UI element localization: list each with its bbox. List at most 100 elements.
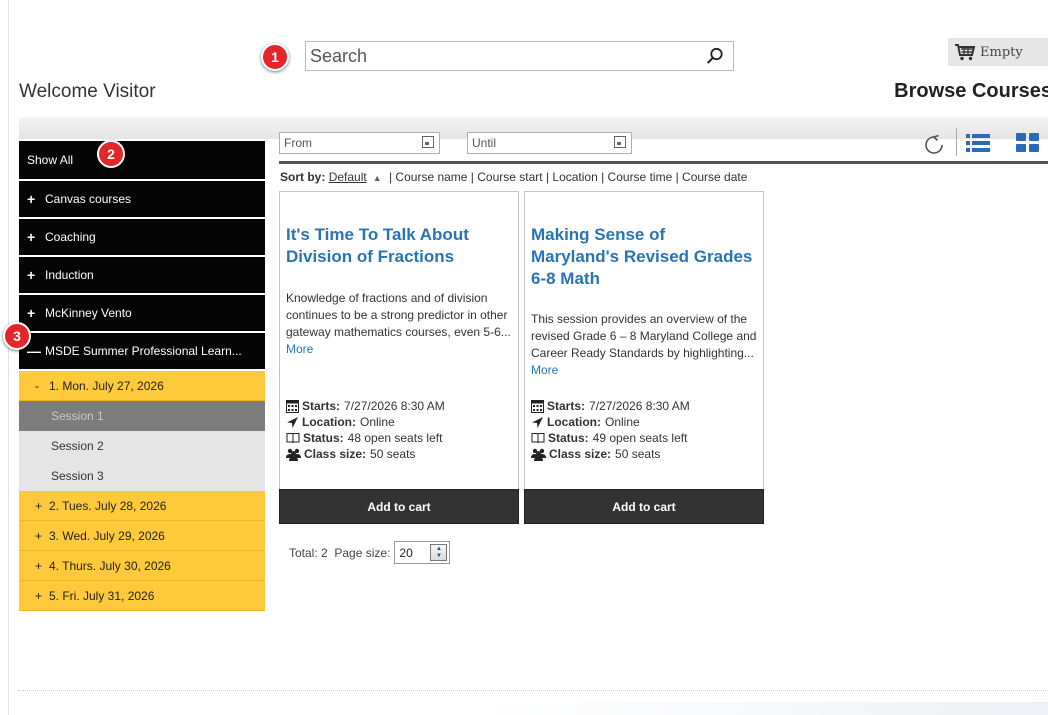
collapse-icon: — [27,343,41,359]
sidebar-item-msde-summer[interactable]: — MSDE Summer Professional Learn... [19,333,265,371]
until-date-field[interactable]: Until [467,132,632,154]
sidebar-item-label: Canvas courses [45,192,132,206]
course-description-text: This session provides an overview of the… [531,312,757,360]
sidebar-item-label: 1. Mon. July 27, 2026 [49,378,164,393]
page-size-label: Page size: [334,545,391,560]
location-label: Location: [547,415,601,429]
course-details: Starts: 7/27/2026 8:30 AM Location: Online… [286,398,445,462]
course-title[interactable]: It's Time To Talk About Division of Frac… [286,224,512,268]
sort-default-link[interactable]: Default [329,170,367,184]
expand-icon: + [27,229,36,245]
collapse-icon: - [35,378,39,393]
course-description: Knowledge of fractions and of division c… [286,290,512,358]
page-title: Browse Courses [894,80,1048,102]
sidebar-day-3[interactable]: + 3. Wed. July 29, 2026 [19,521,265,551]
search-box[interactable] [305,41,734,71]
calendar-icon[interactable] [614,136,626,148]
page-size-spinner[interactable]: ▲ ▼ [430,544,448,561]
calendar-icon[interactable] [422,136,434,148]
left-border [8,0,9,715]
sidebar-item-label: Coaching [45,230,96,244]
cart-icon [955,44,976,61]
book-icon [531,433,545,444]
sidebar-day-1[interactable]: - 1. Mon. July 27, 2026 [19,371,265,401]
footer-divider [18,690,1048,691]
sidebar-item-canvas-courses[interactable]: + Canvas courses [19,181,265,219]
status-value: 49 open seats left [592,431,688,445]
sort-options[interactable]: | Course name | Course start | Location … [389,170,747,184]
course-starts: Starts: 7/27/2026 8:30 AM [531,398,690,414]
location-arrow-icon [287,416,298,428]
search-input[interactable] [306,42,686,70]
calendar-icon [531,399,544,413]
sort-label: Sort by: [280,170,326,184]
sidebar-item-induction[interactable]: + Induction [19,257,265,295]
course-location: Location: Online [286,414,445,430]
sort-asc-icon[interactable]: ▲ [373,173,382,183]
course-status: Status: 48 open seats left [286,430,445,446]
page: 1 Empty Welcome Visitor Browse Courses 2… [0,0,1048,715]
chevron-down-icon[interactable]: ▼ [436,553,442,560]
sidebar-session-3[interactable]: Session 3 [19,461,265,491]
sort-bar: Sort by: Default ▲ | Course name | Course… [280,170,747,184]
sidebar-item-label: 2. Tues. July 28, 2026 [49,498,167,513]
page-size-stepper[interactable]: 20 ▲ ▼ [394,541,451,564]
more-link[interactable]: More [286,342,313,356]
sidebar-session-1[interactable]: Session 1 [19,401,265,431]
page-size-value: 20 [399,545,413,560]
course-size: Class size: 50 seats [286,446,445,462]
course-card: Making Sense of Maryland's Revised Grade… [524,191,764,524]
expand-icon: + [35,528,43,543]
pager: Total: 2 Page size: 20 ▲ ▼ [289,541,451,564]
sidebar-item-label: 3. Wed. July 29, 2026 [49,528,165,543]
chevron-up-icon[interactable]: ▲ [436,546,442,553]
more-link[interactable]: More [531,363,558,377]
sidebar-day-2[interactable]: + 2. Tues. July 28, 2026 [19,491,265,521]
book-icon [286,433,300,444]
course-starts: Starts: 7/27/2026 8:30 AM [286,398,445,414]
sidebar-day-5[interactable]: + 5. Fri. July 31, 2026 [19,581,265,611]
group-icon [531,448,546,461]
status-label: Status: [548,431,589,445]
expand-icon: + [27,267,36,283]
expand-icon: + [35,588,43,603]
course-title[interactable]: Making Sense of Maryland's Revised Grade… [531,224,757,290]
status-label: Status: [303,431,344,445]
status-value: 48 open seats left [347,431,443,445]
step-marker-3: 3 [3,322,31,350]
step-marker-1: 1 [261,43,289,71]
list-view-icon[interactable] [966,133,990,153]
category-sidebar: Show All + Canvas courses + Coaching + I… [19,141,265,611]
size-label: Class size: [304,447,367,461]
location-arrow-icon [532,416,543,428]
step-marker-2: 2 [97,140,125,168]
sidebar-item-label: Induction [45,268,94,282]
welcome-heading: Welcome Visitor [19,81,156,102]
from-date-field[interactable]: From [279,132,440,154]
footer-band [480,702,1048,715]
cart-button[interactable]: Empty [948,38,1048,66]
magnifier-icon[interactable] [706,47,724,65]
group-icon [286,448,301,461]
add-to-cart-button[interactable]: Add to cart [279,489,519,524]
sidebar-item-label: McKinney Vento [45,306,132,320]
sidebar-item-label: Show All [27,153,74,167]
sidebar-session-2[interactable]: Session 2 [19,431,265,461]
add-to-cart-button[interactable]: Add to cart [524,489,764,524]
sidebar-item-label: 4. Thurs. July 30, 2026 [49,558,171,573]
starts-label: Starts: [547,399,586,413]
location-value: Online [360,415,395,429]
course-size: Class size: 50 seats [531,446,690,462]
sidebar-show-all[interactable]: Show All [19,141,265,181]
course-card: It's Time To Talk About Division of Frac… [279,191,519,524]
sidebar-item-mckinney-vento[interactable]: + McKinney Vento [19,295,265,333]
expand-icon: + [35,558,43,573]
sidebar-item-coaching[interactable]: + Coaching [19,219,265,257]
cart-label: Empty [980,44,1023,60]
refresh-icon[interactable] [921,132,947,158]
starts-value: 7/27/2026 8:30 AM [589,399,690,413]
expand-icon: + [27,191,36,207]
grid-view-icon[interactable] [1016,133,1040,153]
sidebar-day-4[interactable]: + 4. Thurs. July 30, 2026 [19,551,265,581]
toolbar-divider [279,161,1048,164]
